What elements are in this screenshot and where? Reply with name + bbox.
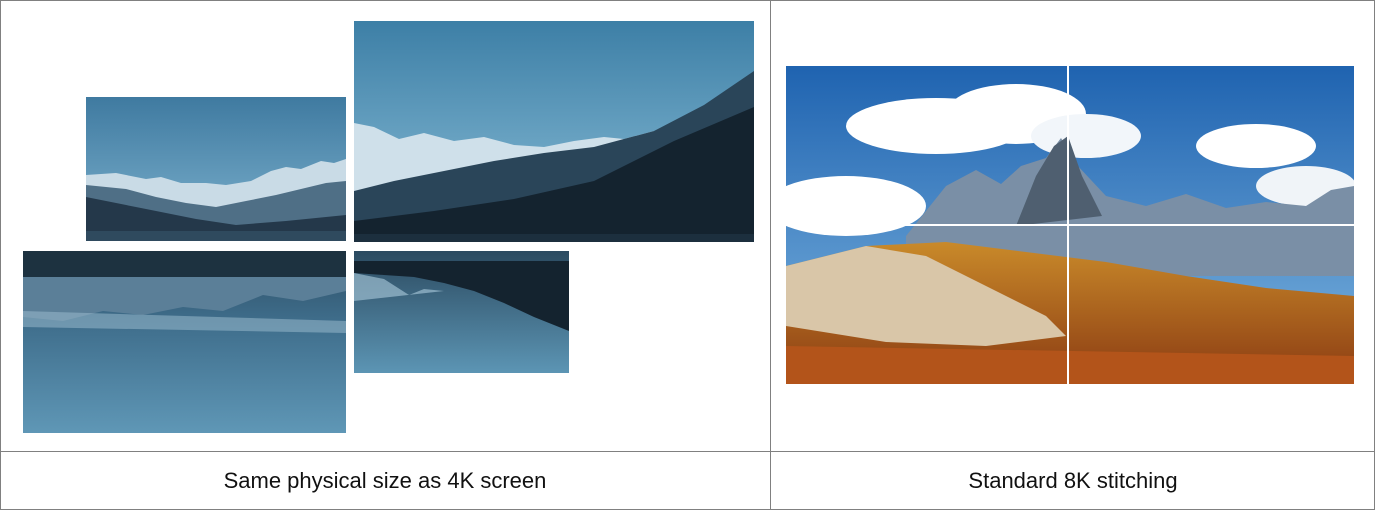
stitched-landscape-8k <box>786 66 1354 384</box>
panel-bottom-right <box>354 251 569 373</box>
panel-bottom-left <box>23 251 346 433</box>
caption-same-physical-size: Same physical size as 4K screen <box>223 468 547 493</box>
caption-standard-8k-stitching: Standard 8K stitching <box>968 468 1178 493</box>
panel-top-right <box>354 21 754 242</box>
column-divider <box>770 0 771 510</box>
panel-top-left <box>86 97 346 241</box>
